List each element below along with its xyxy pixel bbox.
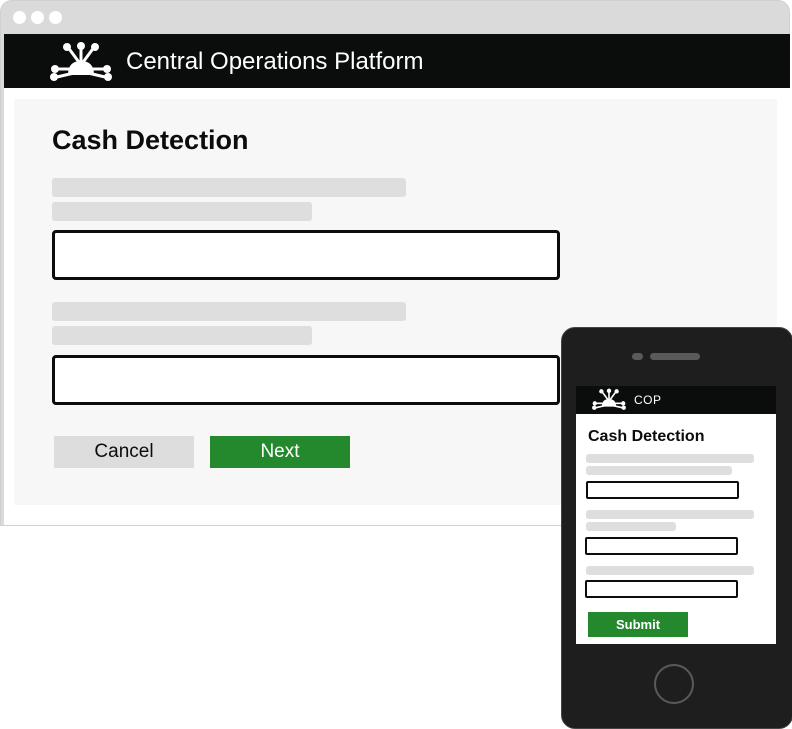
field-hint-placeholder (52, 202, 312, 221)
field-label-placeholder (586, 566, 754, 575)
network-hub-icon (592, 388, 626, 410)
page-title: Cash Detection (52, 125, 249, 155)
window-controls (13, 11, 62, 24)
window-dot-minimize[interactable] (31, 11, 44, 24)
phone-camera (632, 353, 643, 360)
submit-button[interactable]: Submit (588, 612, 688, 637)
field-hint-placeholder (586, 466, 732, 475)
mobile-site-title: COP (634, 393, 662, 407)
mobile-text-input-2[interactable] (585, 537, 738, 555)
mobile-page-title: Cash Detection (588, 428, 705, 445)
field-label-placeholder (52, 302, 406, 321)
site-title: Central Operations Platform (126, 48, 424, 75)
next-button[interactable]: Next (210, 436, 350, 468)
text-input-field-2[interactable] (52, 355, 560, 405)
mobile-header: COP (576, 386, 776, 414)
window-dot-close[interactable] (13, 11, 26, 24)
field-label-placeholder (52, 178, 406, 197)
mobile-text-input-1[interactable] (586, 481, 739, 499)
window-dot-maximize[interactable] (49, 11, 62, 24)
field-hint-placeholder (586, 522, 676, 531)
field-label-placeholder (586, 510, 754, 519)
phone-speaker (650, 353, 700, 360)
mobile-phone-frame: COP Cash Detection Submit (561, 327, 792, 729)
site-header: Central Operations Platform (4, 34, 790, 88)
text-input-field-1[interactable] (52, 230, 560, 280)
network-hub-icon (50, 42, 112, 81)
mobile-text-input-3[interactable] (585, 580, 738, 598)
field-hint-placeholder (52, 326, 312, 345)
mobile-screen: COP Cash Detection Submit (576, 386, 776, 644)
cancel-button[interactable]: Cancel (54, 436, 194, 468)
phone-home-button[interactable] (654, 664, 694, 704)
field-label-placeholder (586, 454, 754, 463)
